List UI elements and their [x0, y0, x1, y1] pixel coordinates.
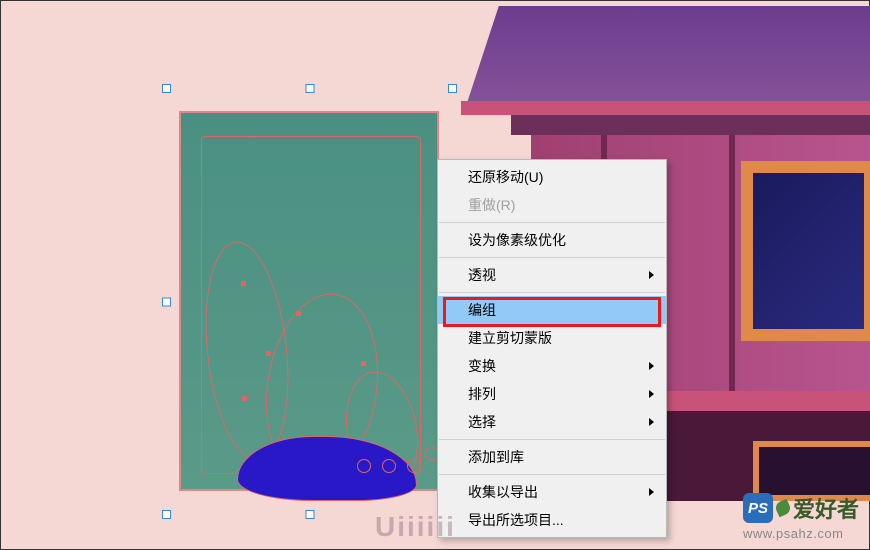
building-window: [741, 161, 870, 341]
chevron-right-icon: [649, 271, 654, 279]
resize-handle-bm[interactable]: [305, 510, 314, 519]
menu-group[interactable]: 编组: [438, 296, 666, 324]
menu-label: 透视: [468, 267, 496, 283]
window-glass: [753, 173, 864, 329]
menu-undo[interactable]: 还原移动(U): [438, 163, 666, 191]
selection-bounding-box[interactable]: [167, 89, 452, 514]
resize-handle-tl[interactable]: [162, 84, 171, 93]
menu-select[interactable]: 选择: [438, 408, 666, 436]
watermark-url: www.psahz.com: [743, 526, 859, 541]
menu-label: 选择: [468, 414, 496, 430]
watermark-logo: PS 爱好者: [743, 492, 859, 524]
canvas[interactable]: [1, 1, 869, 549]
menu-separator: [439, 257, 665, 258]
menu-make-clipping-mask[interactable]: 建立剪切蒙版: [438, 324, 666, 352]
building-roof: [466, 6, 870, 106]
chevron-right-icon: [649, 488, 654, 496]
menu-transform[interactable]: 变换: [438, 352, 666, 380]
resize-handle-bl[interactable]: [162, 510, 171, 519]
context-menu: 还原移动(U) 重做(R) 设为像素级优化 透视 编组 建立剪切蒙版 变换 排列…: [437, 159, 667, 538]
building-roof-under: [511, 115, 870, 135]
chevron-right-icon: [649, 362, 654, 370]
menu-collect-export[interactable]: 收集以导出: [438, 478, 666, 506]
watermark-uiii: Uiiiiii: [375, 511, 456, 543]
menu-perspective[interactable]: 透视: [438, 261, 666, 289]
menu-add-to-library[interactable]: 添加到库: [438, 443, 666, 471]
resize-handle-tm[interactable]: [305, 84, 314, 93]
resize-handle-ml[interactable]: [162, 297, 171, 306]
menu-pixel-optimize[interactable]: 设为像素级优化: [438, 226, 666, 254]
menu-label: 排列: [468, 386, 496, 402]
menu-separator: [439, 474, 665, 475]
watermark: PS 爱好者 www.psahz.com: [743, 492, 859, 541]
leaf-icon: [774, 499, 793, 518]
menu-redo: 重做(R): [438, 191, 666, 219]
building-roof-edge: [461, 101, 870, 115]
chevron-right-icon: [649, 418, 654, 426]
menu-label: 收集以导出: [468, 484, 538, 500]
watermark-text: 爱好者: [793, 492, 859, 524]
ps-icon: PS: [743, 493, 773, 523]
menu-export-selection[interactable]: 导出所选项目...: [438, 506, 666, 534]
menu-separator: [439, 222, 665, 223]
menu-arrange[interactable]: 排列: [438, 380, 666, 408]
menu-separator: [439, 292, 665, 293]
menu-separator: [439, 439, 665, 440]
chevron-right-icon: [649, 390, 654, 398]
resize-handle-tr[interactable]: [448, 84, 457, 93]
menu-label: 变换: [468, 358, 496, 374]
